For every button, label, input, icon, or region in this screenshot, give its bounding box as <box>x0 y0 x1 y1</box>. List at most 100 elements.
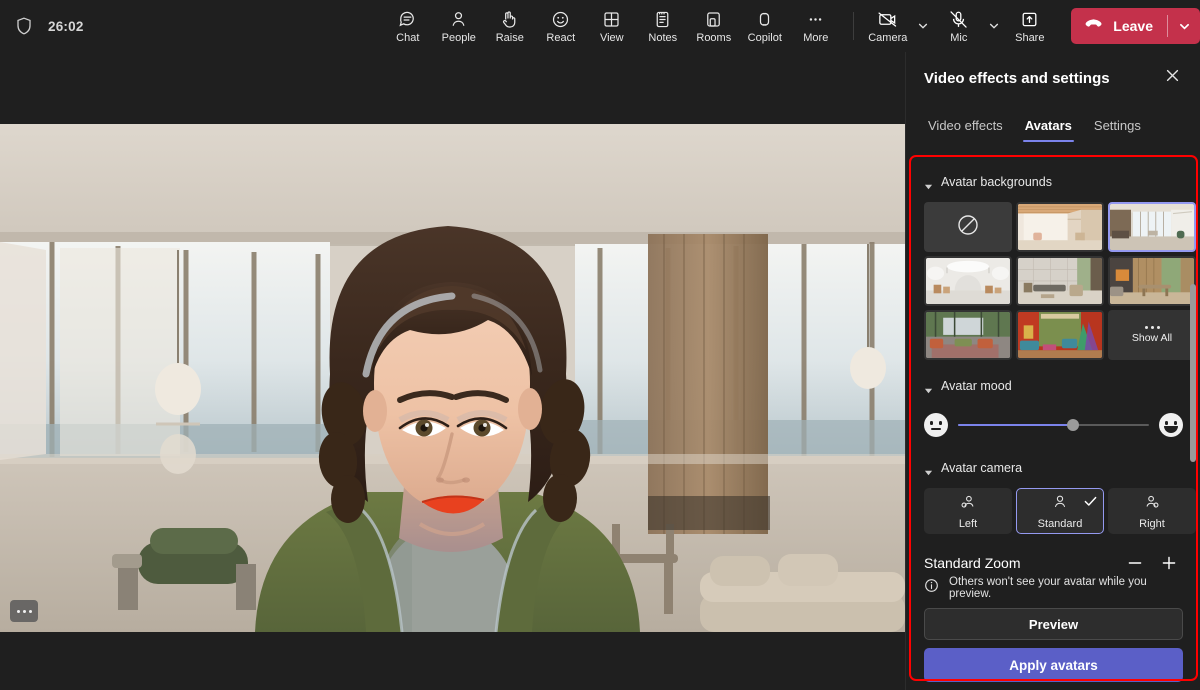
slider-thumb[interactable] <box>1067 419 1079 431</box>
camera-right-icon <box>1142 493 1162 516</box>
avatar-video-preview[interactable] <box>0 124 905 632</box>
more-ellipsis-icon <box>23 610 26 613</box>
preview-button[interactable]: Preview <box>924 608 1183 640</box>
panel-title: Video effects and settings <box>924 70 1110 87</box>
preview-note: Others won't see your avatar while you p… <box>924 572 1183 604</box>
panel-scroll-area[interactable]: Avatar backgrounds <box>906 158 1200 624</box>
toolbar-label: Camera <box>868 32 907 44</box>
thumbnail-image <box>1018 312 1102 360</box>
background-thumb-sunlit-office[interactable] <box>1108 202 1196 252</box>
thumbnail-image <box>1018 258 1102 306</box>
background-thumb-white-gallery[interactable] <box>924 256 1012 306</box>
toolbar-button-chat[interactable]: Chat <box>382 2 433 50</box>
leave-control-group: Leave <box>1071 8 1200 44</box>
camera-off-icon <box>876 9 899 30</box>
panel-header: Video effects and settings <box>906 52 1200 104</box>
background-thumb-none[interactable] <box>924 202 1012 252</box>
toolbar-button-share[interactable]: Share <box>1004 2 1055 50</box>
leave-options-chevron[interactable] <box>1168 8 1200 44</box>
background-thumb-garden-patio[interactable] <box>924 310 1012 360</box>
mic-options-chevron[interactable] <box>984 2 1004 50</box>
toolbar-label: View <box>600 32 624 44</box>
toolbar-button-camera[interactable]: Camera <box>862 2 913 50</box>
thumbnail-image <box>926 312 1010 360</box>
shield-icon <box>14 16 34 36</box>
leave-button[interactable]: Leave <box>1071 8 1167 44</box>
toolbar-label: Copilot <box>748 32 782 44</box>
tab-label: Video effects <box>928 118 1003 133</box>
avatar-mood-control <box>924 408 1183 442</box>
toolbar-label: Share <box>1015 32 1044 44</box>
teams-meeting-window: 26:02 Chat People <box>0 0 1200 690</box>
toolbar-button-rooms[interactable]: Rooms <box>688 2 739 50</box>
leave-label: Leave <box>1113 18 1153 34</box>
thumbnail-image <box>1018 204 1102 252</box>
toolbar-button-react[interactable]: React <box>535 2 586 50</box>
toolbar-label: People <box>442 32 476 44</box>
video-effects-panel: Video effects and settings Video effects… <box>905 52 1200 690</box>
camera-option-left[interactable]: Left <box>924 488 1012 534</box>
tab-video-effects[interactable]: Video effects <box>920 108 1011 142</box>
toolbar-button-copilot[interactable]: Copilot <box>739 2 790 50</box>
camera-option-right[interactable]: Right <box>1108 488 1196 534</box>
chevron-down-icon <box>924 382 933 391</box>
close-icon <box>1165 68 1180 88</box>
neutral-face-icon <box>924 413 948 437</box>
toolbar-button-view[interactable]: View <box>586 2 637 50</box>
section-avatar-camera-header[interactable]: Avatar camera <box>924 456 1183 480</box>
tab-label: Avatars <box>1025 118 1072 133</box>
background-thumb-modern-lounge[interactable] <box>1016 256 1104 306</box>
panel-footer: Others won't see your avatar while you p… <box>906 572 1200 690</box>
toolbar-button-people[interactable]: People <box>433 2 484 50</box>
camera-option-label: Standard <box>1038 518 1083 530</box>
notes-icon <box>652 9 673 30</box>
meeting-toolbar: 26:02 Chat People <box>0 0 1200 52</box>
tab-avatars[interactable]: Avatars <box>1017 108 1080 142</box>
camera-left-icon <box>958 493 978 516</box>
toolbar-button-mic[interactable]: Mic <box>933 2 984 50</box>
chevron-down-icon <box>924 464 933 473</box>
panel-scrollbar[interactable] <box>1190 284 1196 462</box>
slider-fill <box>958 424 1073 426</box>
toolbar-label: React <box>546 32 575 44</box>
camera-option-standard[interactable]: Standard <box>1016 488 1104 534</box>
view-grid-icon <box>601 9 622 30</box>
react-smiley-icon <box>550 9 571 30</box>
apply-avatars-button[interactable]: Apply avatars <box>924 648 1183 682</box>
toolbar-label: Mic <box>950 32 967 44</box>
mic-control-group: Mic <box>933 2 1004 50</box>
section-title: Avatar camera <box>941 461 1022 475</box>
tab-label: Settings <box>1094 118 1141 133</box>
section-title: Avatar mood <box>941 379 1012 393</box>
toolbar-label: Chat <box>396 32 419 44</box>
section-avatar-mood-header[interactable]: Avatar mood <box>924 374 1183 398</box>
camera-standard-icon <box>1050 493 1070 516</box>
thumbnail-image <box>1110 258 1194 306</box>
hangup-icon <box>1084 17 1105 36</box>
toolbar-button-raise[interactable]: Raise <box>484 2 535 50</box>
toolbar-button-more[interactable]: More <box>790 2 841 50</box>
zoom-label: Standard Zoom <box>924 555 1021 571</box>
avatar-camera-options: Left Standard <box>924 488 1183 534</box>
avatar-mood-slider[interactable] <box>958 416 1149 434</box>
close-panel-button[interactable] <box>1158 64 1186 92</box>
meeting-timer: 26:02 <box>48 19 84 34</box>
camera-control-group: Camera <box>862 2 933 50</box>
tab-settings[interactable]: Settings <box>1086 108 1149 142</box>
toolbar-label: More <box>803 32 828 44</box>
toolbar-divider <box>853 12 854 40</box>
toolbar-button-notes[interactable]: Notes <box>637 2 688 50</box>
background-thumb-red-courtyard[interactable] <box>1016 310 1104 360</box>
camera-option-label: Left <box>959 518 977 530</box>
raise-hand-icon <box>499 9 520 30</box>
chat-icon <box>397 9 418 30</box>
toolbar-label: Raise <box>496 32 524 44</box>
background-thumb-show-all[interactable]: Show All <box>1108 310 1196 360</box>
camera-options-chevron[interactable] <box>913 2 933 50</box>
section-avatar-backgrounds-header[interactable]: Avatar backgrounds <box>924 170 1183 194</box>
toolbar-label: Rooms <box>696 32 731 44</box>
more-ellipsis-icon <box>29 610 32 613</box>
background-thumb-wood-dining[interactable] <box>1108 256 1196 306</box>
background-thumb-minimal-loft[interactable] <box>1016 202 1104 252</box>
video-more-options-button[interactable] <box>10 600 38 622</box>
